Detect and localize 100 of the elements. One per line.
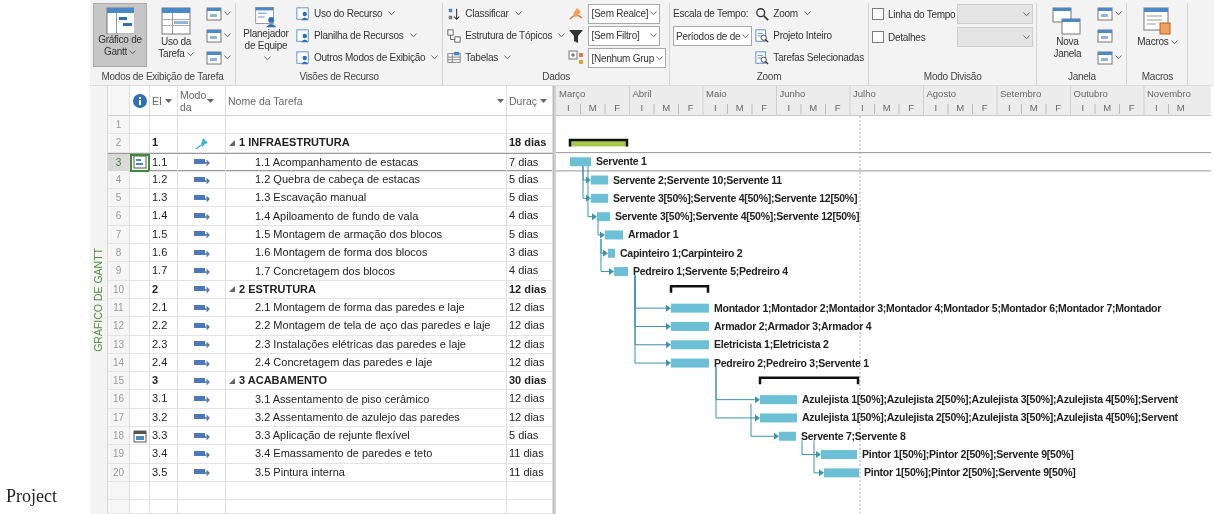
summary-bar[interactable] [568,138,629,147]
table-cell[interactable] [178,372,226,391]
table-cell[interactable]: 1.7 [150,262,178,281]
task-bar[interactable] [614,267,628,277]
table-cell[interactable] [130,372,150,391]
filter-arrow-icon[interactable] [164,98,172,103]
table-cell[interactable] [130,353,150,373]
task-bar[interactable] [591,193,608,203]
table-cell[interactable]: 1.6 [150,244,178,263]
table-cell[interactable]: 1.6 Montagem de forma dos blocos [226,244,507,263]
table-cell[interactable] [178,481,226,501]
table-cell[interactable]: 1.4 Apiloamento de fundo de vala [226,207,507,226]
table-cell[interactable] [178,298,226,318]
table-cell[interactable] [178,427,226,446]
dropdown-field[interactable]: Períodos de de [672,26,753,46]
table-cell[interactable] [226,116,507,135]
table-cell[interactable]: 3.4 Emassamento de paredes e teto [226,445,507,464]
task-bar[interactable] [760,395,797,405]
summary-bar[interactable] [758,376,860,385]
table-cell[interactable] [130,445,150,464]
table-cell[interactable]: 1.7 Concretagem dos blocos [226,262,507,281]
table-cell[interactable]: 3.3 Aplicação de rejunte flexível [226,427,507,446]
table-cell[interactable] [130,335,150,354]
table-cell[interactable] [130,207,150,226]
table-cell[interactable] [178,500,226,514]
table-cell[interactable] [130,298,150,318]
table-cell[interactable]: 2.2 [150,317,178,336]
checkbox[interactable]: Detalhes [871,26,956,48]
table-cell[interactable]: 1.5 [150,225,178,245]
table-cell[interactable]: 2.1 Montagem de forma das paredes e laje [226,298,507,318]
table-cell[interactable] [178,408,226,428]
task-bar[interactable] [608,248,615,258]
ribbon-button[interactable]: Uso do Recurso [295,3,440,24]
table-cell[interactable] [150,116,178,135]
table-cell[interactable] [130,408,150,428]
ribbon-button[interactable]: Outros Modos de Exibição [295,47,440,68]
task-bar[interactable] [597,212,610,222]
column-header[interactable] [130,86,150,116]
table-cell[interactable]: 1 INFRAESTRUTURA [226,134,507,153]
view-button[interactable]: Nova Janela [1040,3,1095,67]
summary-bar[interactable] [669,285,710,293]
table-cell[interactable]: 3.5 Pintura interna [226,463,507,482]
table-cell[interactable] [130,116,150,135]
task-bar[interactable] [671,340,709,350]
task-bar[interactable] [605,230,623,240]
table-cell[interactable] [130,134,150,153]
table-cell[interactable] [130,481,150,501]
checkbox[interactable]: Linha do Tempo [871,3,956,25]
table-cell[interactable] [178,317,226,336]
view-button[interactable]: Gráfico de Gantt [93,3,147,67]
table-cell[interactable]: 1.4 [150,207,178,226]
collapse-triangle-icon[interactable] [229,286,235,293]
table-cell[interactable]: 1 [150,134,178,153]
table-cell[interactable] [178,463,226,482]
table-cell[interactable] [178,207,226,226]
table-cell[interactable] [178,170,226,190]
task-bar[interactable] [779,431,796,441]
table-cell[interactable] [150,481,178,501]
filter-arrow-icon[interactable] [207,98,214,103]
ribbon-button[interactable]: Tarefas Selecionadas [754,47,865,68]
table-cell[interactable]: 2.2 Montagem de tela de aço das paredes e laje [226,317,507,336]
task-bar[interactable] [824,468,859,478]
ribbon-button[interactable]: Classificar [446,3,567,24]
table-cell[interactable]: 2.4 Concretagem das paredes e laje [226,353,507,373]
table-cell[interactable] [178,390,226,409]
table-cell[interactable] [226,500,507,514]
task-bar[interactable] [671,303,709,313]
table-cell[interactable] [178,225,226,245]
collapse-triangle-icon[interactable] [229,139,235,146]
row-number[interactable] [108,500,130,514]
table-cell[interactable] [178,116,226,135]
table-cell[interactable]: 3.5 [150,463,178,482]
view-button[interactable]: Uso da Tarefa [149,3,203,67]
table-cell[interactable] [130,317,150,336]
table-cell[interactable] [226,481,507,501]
ribbon-button[interactable]: Projeto Inteiro [754,25,865,46]
table-cell[interactable]: 3.2 Assentamento de azulejo das paredes [226,408,507,428]
table-cell[interactable]: 1.2 Quebra de cabeça de estacas [226,170,507,190]
table-cell[interactable]: 2 ESTRUTURA [226,280,507,299]
table-cell[interactable]: 3.4 [150,445,178,464]
table-cell[interactable]: 1.3 [150,189,178,208]
table-cell[interactable] [178,353,226,373]
column-header[interactable]: Nome da Tarefa [226,86,507,116]
task-bar[interactable] [821,450,857,460]
view-button[interactable]: Macros [1130,3,1185,67]
table-cell[interactable] [130,244,150,263]
table-cell[interactable] [178,153,226,172]
collapse-triangle-icon[interactable] [229,377,235,384]
table-cell[interactable]: 3 ACABAMENTO [226,372,507,391]
ribbon-button[interactable]: Zoom [754,3,865,24]
column-header[interactable]: Modo da [178,86,226,116]
task-bar[interactable] [760,413,797,423]
table-cell[interactable]: 1.1 [150,153,178,172]
table-cell[interactable]: 1.1 Acompanhamento de estacas [226,153,507,172]
table-cell[interactable]: 3.2 [150,408,178,428]
table-cell[interactable]: 3.3 [150,427,178,446]
table-cell[interactable]: 1.5 Montagem de armação dos blocos [226,225,507,245]
ribbon-button[interactable]: Planilha de Recursos [295,25,440,46]
table-cell[interactable] [130,170,150,190]
ribbon-button[interactable]: Estrutura de Tópicos [446,25,567,46]
